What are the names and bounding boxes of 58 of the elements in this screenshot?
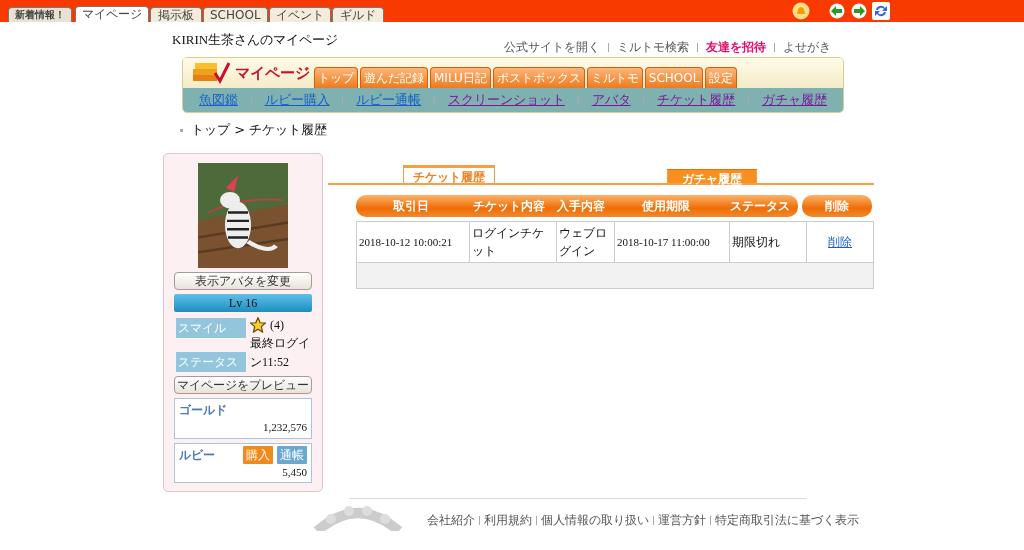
nav-link[interactable]: スクリーンショット	[447, 90, 565, 110]
nav-link[interactable]: チケット履歴	[657, 90, 736, 110]
table-cell: 2018-10-17 11:00:00	[614, 221, 730, 263]
bell-icon[interactable]	[792, 2, 810, 20]
nav-tab[interactable]: イベント	[268, 7, 331, 22]
nav-link[interactable]: ルビー購入	[264, 90, 330, 110]
balance-amount: 5,450	[281, 464, 307, 480]
balance-label: ゴールド	[179, 402, 228, 419]
nav-link[interactable]: 魚図鑑	[199, 90, 238, 110]
history-tab[interactable]: ガチャ履歴	[667, 169, 757, 183]
news-button[interactable]: 新着情報！	[8, 7, 72, 22]
header-link[interactable]: 友達を招待	[706, 38, 766, 56]
nav-link[interactable]: アバタ	[591, 90, 631, 110]
header-link[interactable]: よせがき	[783, 38, 831, 56]
column-header: ステータス	[729, 198, 792, 215]
banner-title: マイページ	[235, 62, 310, 84]
header-link[interactable]: 公式サイトを開く	[504, 38, 600, 56]
nav-tab[interactable]: ギルド	[331, 7, 384, 22]
history-tab[interactable]: チケット履歴	[403, 165, 495, 183]
banner-tab[interactable]: トップ	[314, 67, 358, 88]
preview-button[interactable]: マイページをプレビュー	[174, 376, 312, 394]
footer-link[interactable]: 運営方針	[658, 511, 706, 529]
passbook-button[interactable]: 通帳	[277, 445, 307, 464]
nav-tab[interactable]: マイページ	[75, 6, 149, 22]
table-cell: ログインチケット	[469, 221, 557, 263]
nav-tab[interactable]: 掲示板	[150, 7, 202, 22]
nav-link[interactable]: ルビー通帳	[356, 90, 422, 110]
table-cell: 期限切れ	[729, 221, 807, 263]
breadcrumb: トップ > チケット履歴	[191, 121, 328, 140]
buy-button[interactable]: 購入	[243, 445, 273, 464]
column-header: チケット内容	[472, 198, 547, 215]
bullet-icon	[180, 128, 183, 132]
last-login: 最終ログイン11:52	[250, 335, 310, 371]
page-title: KIRIN生茶さんのマイページ	[172, 31, 339, 49]
header-link[interactable]: ミルトモ検索	[617, 38, 689, 56]
smile-count: (4)	[270, 317, 284, 334]
nav-tab[interactable]: SCHOOL	[203, 7, 268, 22]
footer-link[interactable]: 特定商取引法に基づく表示	[715, 511, 859, 529]
table-cell: 2018-10-12 10:00:21	[356, 221, 470, 263]
table-cell: ウェブログイン	[556, 221, 615, 263]
level-bar: Lv 16	[174, 294, 312, 312]
star-icon	[250, 317, 266, 333]
balance-label: ルビー	[179, 446, 215, 464]
footer-link[interactable]: 個人情報の取り扱い	[541, 511, 649, 529]
column-header: 取引日	[392, 198, 430, 215]
delete-link[interactable]: 削除	[828, 235, 852, 249]
balance-amount: 1,232,576	[262, 420, 307, 435]
column-header: 使用期限	[640, 198, 691, 215]
smile-label: スマイル	[176, 318, 246, 338]
nav-link[interactable]: ガチャ履歴	[761, 90, 827, 110]
column-header: 削除	[802, 195, 872, 217]
footer-link[interactable]: 会社紹介	[427, 511, 475, 529]
status-label: ステータス	[176, 352, 246, 372]
column-header: 入手内容	[555, 198, 606, 215]
banner-tab[interactable]: 設定	[705, 67, 738, 88]
change-avatar-button[interactable]: 表示アバタを変更	[174, 272, 312, 290]
footer-link[interactable]: 利用規約	[484, 511, 532, 529]
refresh-icon[interactable]	[872, 2, 890, 20]
